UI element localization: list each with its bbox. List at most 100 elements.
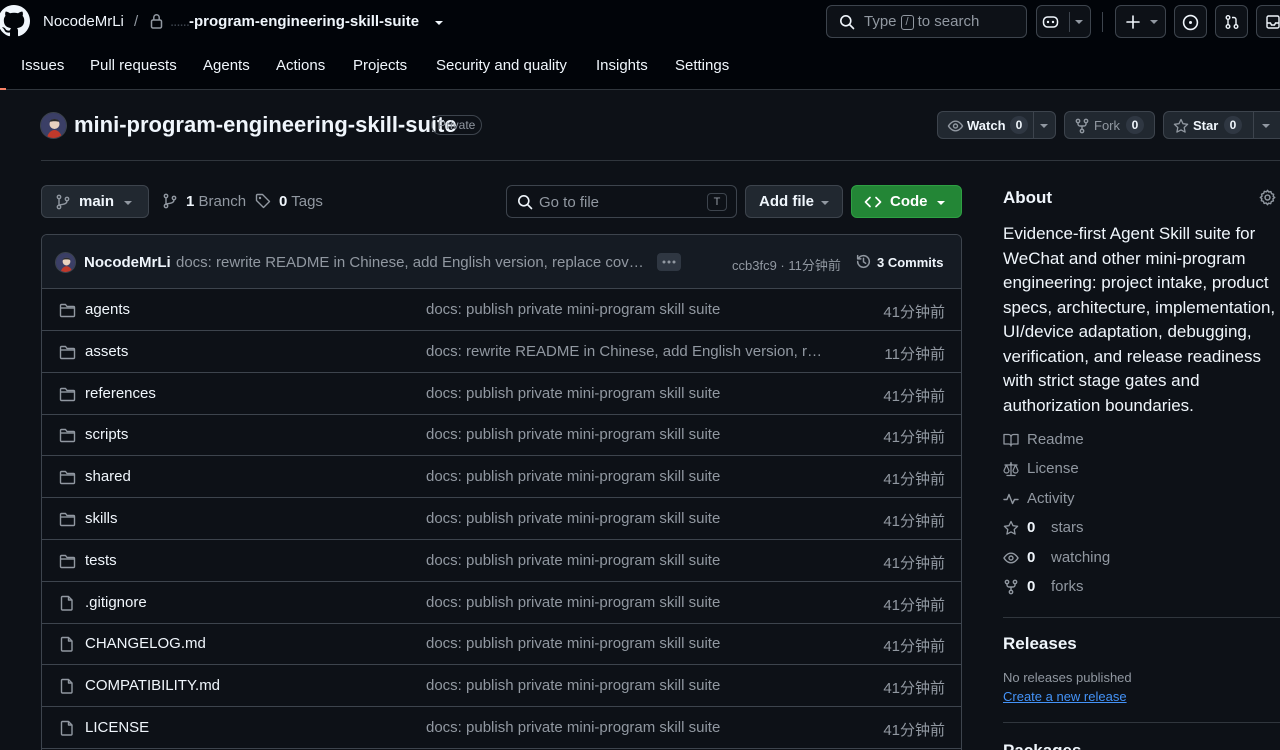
tab-projects[interactable]: Projects <box>353 57 407 74</box>
ellipsis-icon <box>662 260 676 264</box>
file-commit-message[interactable]: docs: publish private mini-program skill… <box>426 677 826 694</box>
chevron-down-icon <box>1150 20 1158 24</box>
tab-issues[interactable]: Issues <box>21 57 64 74</box>
chevron-down-icon[interactable] <box>1073 17 1085 27</box>
expand-commit-button[interactable] <box>657 253 681 271</box>
file-commit-time: 41分钟前 <box>883 387 945 405</box>
file-commit-message[interactable]: docs: publish private mini-program skill… <box>426 552 826 569</box>
avatar[interactable] <box>55 252 76 273</box>
plus-icon <box>1126 15 1140 29</box>
gear-icon[interactable] <box>1259 189 1276 206</box>
file-row[interactable]: scripts docs: publish private mini-progra… <box>42 414 961 457</box>
book-icon <box>1003 433 1019 447</box>
tag-count: 0 <box>279 193 288 210</box>
file-name[interactable]: tests <box>85 552 117 569</box>
chevron-down-icon[interactable] <box>432 16 446 30</box>
repo-title[interactable]: mini-program-engineering-skill-suite <box>74 112 457 138</box>
owner-link[interactable]: NocodeMrLi <box>43 13 124 30</box>
fork-count: 0 <box>1126 116 1144 134</box>
about-heading: About <box>1003 188 1053 207</box>
watch-button[interactable]: Watch 0 <box>937 111 1056 139</box>
tab-pull-requests[interactable]: Pull requests <box>90 57 177 74</box>
inbox-icon <box>1266 15 1280 29</box>
file-name[interactable]: scripts <box>85 426 128 443</box>
file-row[interactable]: tests docs: publish private mini-program … <box>42 540 961 582</box>
tab-insights[interactable]: Insights <box>596 57 648 74</box>
branch-select[interactable]: main <box>41 185 149 218</box>
file-name[interactable]: skills <box>85 510 118 527</box>
file-table: NocodeMrLi docs: rewrite README in Chine… <box>41 234 962 750</box>
issues-button[interactable] <box>1174 5 1207 38</box>
file-commit-message[interactable]: docs: publish private mini-program skill… <box>426 719 826 736</box>
commit-message[interactable]: docs: rewrite README in Chinese, add Eng… <box>176 254 650 271</box>
pull-requests-button[interactable] <box>1215 5 1248 38</box>
file-commit-message[interactable]: docs: rewrite README in Chinese, add Eng… <box>426 343 826 360</box>
go-to-file[interactable]: T <box>506 185 737 218</box>
file-row[interactable]: shared docs: publish private mini-program… <box>42 456 961 499</box>
file-commit-time: 41分钟前 <box>883 638 945 656</box>
search-icon <box>840 15 855 30</box>
file-row[interactable]: agents docs: publish private mini-program… <box>42 289 961 331</box>
folder-icon <box>59 345 76 359</box>
chevron-down-icon[interactable] <box>1038 121 1050 131</box>
file-row[interactable]: assets docs: rewrite README in Chinese, a… <box>42 331 961 373</box>
tab-agents[interactable]: Agents <box>203 57 250 74</box>
file-row[interactable]: COMPATIBILITY.md docs: publish private mi… <box>42 665 961 708</box>
star-count: 0 <box>1224 116 1242 134</box>
file-name[interactable]: CHANGELOG.md <box>85 635 206 652</box>
fork-button[interactable]: Fork 0 <box>1064 111 1155 139</box>
file-commit-message[interactable]: docs: publish private mini-program skill… <box>426 594 826 611</box>
file-commit-message[interactable]: docs: publish private mini-program skill… <box>426 468 826 485</box>
file-commit-message[interactable]: docs: publish private mini-program skill… <box>426 301 826 318</box>
file-row[interactable]: LICENSE docs: publish private mini-progra… <box>42 707 961 749</box>
file-row[interactable]: .gitignore docs: publish private mini-pro… <box>42 582 961 624</box>
no-releases-text: No releases published <box>1003 670 1132 685</box>
split-divider <box>1033 112 1034 138</box>
inbox-button[interactable] <box>1256 5 1280 38</box>
file-name[interactable]: assets <box>85 343 128 360</box>
global-search[interactable]: Type / to search <box>826 5 1027 38</box>
file-commit-message[interactable]: docs: publish private mini-program skill… <box>426 426 826 443</box>
commit-author[interactable]: NocodeMrLi <box>84 254 171 271</box>
eye-icon <box>947 120 964 132</box>
tab-actions[interactable]: Actions <box>276 57 325 74</box>
tag-label: Tags <box>291 193 323 210</box>
github-logo-icon[interactable] <box>0 5 30 37</box>
forks-count: 0 <box>1027 578 1036 595</box>
file-name[interactable]: .gitignore <box>85 594 147 611</box>
copilot-button[interactable] <box>1036 5 1091 38</box>
avatar[interactable] <box>40 112 67 139</box>
file-icon <box>60 637 73 653</box>
file-name[interactable]: agents <box>85 301 130 318</box>
file-commit-message[interactable]: docs: publish private mini-program skill… <box>426 510 826 527</box>
file-row[interactable]: CHANGELOG.md docs: publish private mini-p… <box>42 623 961 666</box>
file-commit-message[interactable]: docs: publish private mini-program skill… <box>426 385 826 402</box>
tab-security-and-quality[interactable]: Security and quality <box>436 57 567 74</box>
repo-breadcrumb[interactable]: ......-program-engineering-skill-suite <box>170 13 419 30</box>
packages-heading[interactable]: Packages <box>1003 741 1081 750</box>
file-name[interactable]: LICENSE <box>85 719 149 736</box>
file-commit-time: 41分钟前 <box>883 680 945 698</box>
releases-heading[interactable]: Releases <box>1003 634 1077 654</box>
file-name[interactable]: references <box>85 385 156 402</box>
star-button[interactable]: Star 0 <box>1163 111 1280 139</box>
star-label: Star <box>1193 118 1219 133</box>
file-row[interactable]: skills docs: publish private mini-program… <box>42 498 961 540</box>
create-new-button[interactable] <box>1115 5 1166 38</box>
branch-count: 1 <box>186 193 195 210</box>
search-placeholder: Type / to search <box>864 13 979 30</box>
chevron-down-icon[interactable] <box>1260 121 1272 131</box>
file-name[interactable]: shared <box>85 468 131 485</box>
tab-settings[interactable]: Settings <box>675 57 729 74</box>
add-file-button[interactable]: Add file <box>745 185 843 218</box>
search-suffix: to search <box>917 13 980 30</box>
create-release-link[interactable]: Create a new release <box>1003 689 1127 704</box>
tag-icon <box>255 193 271 209</box>
file-row[interactable]: references docs: publish private mini-pro… <box>42 373 961 415</box>
file-name[interactable]: COMPATIBILITY.md <box>85 677 220 694</box>
go-to-file-input[interactable] <box>539 192 699 212</box>
file-commit-message[interactable]: docs: publish private mini-program skill… <box>426 635 826 652</box>
code-button[interactable]: Code <box>851 185 962 218</box>
commit-sha-time[interactable]: ccb3fc9 · 11分钟前 <box>732 255 841 274</box>
redacted-text: ...... <box>170 13 190 30</box>
